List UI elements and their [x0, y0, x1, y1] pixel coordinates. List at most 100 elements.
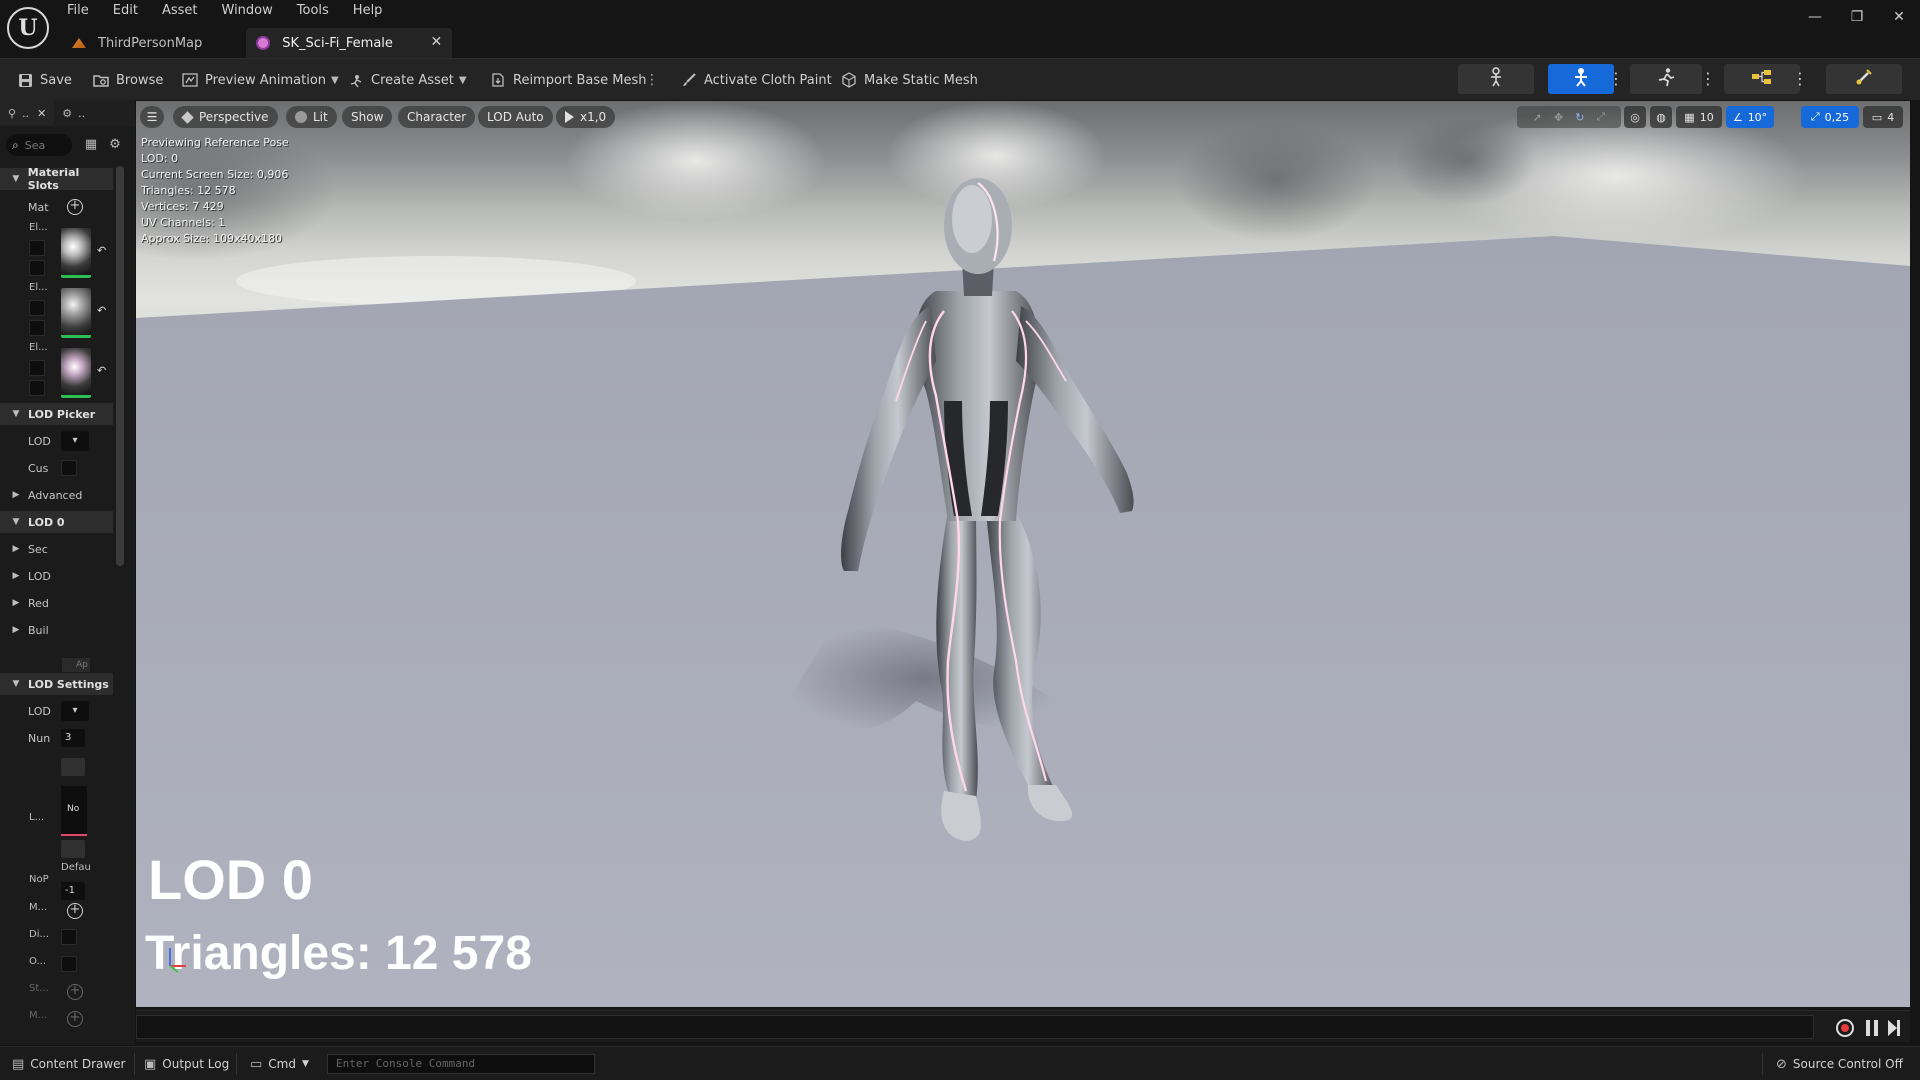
show-button[interactable]: Show — [342, 106, 393, 128]
animation-mode-button[interactable] — [1630, 64, 1702, 94]
panel-tabs: ⚲ .. ✕ ⚙ .. — [0, 100, 135, 126]
menu-asset[interactable]: Asset — [150, 0, 210, 22]
make-static-mesh-button[interactable]: Make Static Mesh — [840, 67, 978, 93]
section-lod0[interactable]: ▼ LOD 0 — [0, 511, 113, 533]
row-label: M... — [29, 1010, 48, 1021]
advanced-row[interactable]: ▶ Advanced — [0, 484, 113, 506]
reset-arrow-icon[interactable]: ↶ — [97, 244, 106, 257]
unreal-logo-icon[interactable]: U — [7, 7, 49, 49]
menu-edit[interactable]: Edit — [101, 0, 150, 22]
timeline-scrubber[interactable] — [136, 1015, 1814, 1039]
section-material-slots[interactable]: ▼ Material Slots — [0, 166, 113, 192]
camera-speed-button[interactable]: ▭ 4 — [1863, 106, 1903, 128]
move-icon[interactable]: ✥ — [1554, 111, 1563, 124]
element-checkbox[interactable] — [29, 260, 45, 276]
lit-button[interactable]: Lit — [286, 106, 337, 128]
tab-sk-sci-fi-female[interactable]: SK_Sci-Fi_Female ✕ — [246, 28, 453, 58]
record-icon[interactable] — [1836, 1019, 1854, 1037]
asset-browse-button[interactable] — [61, 840, 85, 858]
number-of-lods-input[interactable]: 3 — [61, 729, 85, 747]
activate-cloth-paint-button[interactable]: Activate Cloth Paint — [680, 67, 832, 93]
source-control-button[interactable]: ⊘ Source Control Off — [1776, 1047, 1903, 1080]
toolbar-kebab-icon[interactable]: ⋮ — [645, 73, 659, 87]
minimize-button[interactable]: — — [1794, 0, 1836, 34]
table-view-icon[interactable]: ▦ — [83, 137, 99, 153]
tab-preview-settings[interactable]: ⚙ .. — [54, 100, 93, 126]
close-tab-icon[interactable]: ✕ — [431, 34, 443, 50]
material-thumbnail[interactable] — [61, 348, 91, 398]
tab-asset-details[interactable]: ⚲ .. ✕ — [0, 100, 55, 126]
section-lod-settings[interactable]: ▼ LOD Settings — [0, 673, 113, 695]
menu-tools[interactable]: Tools — [285, 0, 341, 22]
element-checkbox[interactable] — [29, 380, 45, 396]
details-search-input[interactable]: ⌕ Sea — [6, 134, 72, 156]
apply-button[interactable]: Ap — [62, 658, 90, 672]
grid-snap-button[interactable]: ▦ 10 — [1676, 106, 1722, 128]
animation-mode-options-icon[interactable]: ⋮ — [1700, 67, 1716, 91]
preview-animation-button[interactable]: Preview Animation ▼ — [181, 67, 339, 93]
menu-help[interactable]: Help — [341, 0, 395, 22]
reset-arrow-icon[interactable]: ↶ — [97, 364, 106, 377]
mesh-mode-options-icon[interactable]: ⋮ — [1608, 67, 1624, 91]
skeleton-mode-button[interactable] — [1458, 64, 1534, 94]
console-command-input[interactable]: Enter Console Command — [327, 1054, 595, 1074]
scale-snap-button[interactable]: ⤢ 0,25 — [1801, 106, 1859, 128]
build-settings-row[interactable]: ▶ Buil — [0, 619, 113, 641]
tab-thirdpersonmap[interactable]: ThirdPersonMap — [62, 28, 212, 58]
row-checkbox[interactable] — [61, 929, 77, 945]
lod-picker-dropdown[interactable]: ▾ — [61, 431, 89, 451]
rotate-icon[interactable]: ↻ — [1575, 111, 1584, 124]
settings-gear-icon[interactable]: ⚙ — [107, 137, 123, 153]
play-rate-button[interactable]: x1,0 — [556, 106, 616, 128]
custom-lod-checkbox[interactable] — [61, 460, 77, 476]
reduction-row[interactable]: ▶ Red — [0, 592, 113, 614]
element-checkbox[interactable] — [29, 360, 45, 376]
blueprint-mode-button[interactable] — [1724, 64, 1800, 94]
lod-auto-button[interactable]: LOD Auto — [478, 106, 553, 128]
add-material-icon[interactable]: + — [67, 199, 83, 215]
lod-settings-dropdown[interactable]: ▾ — [61, 701, 89, 721]
create-asset-button[interactable]: Create Asset ▼ — [347, 67, 467, 93]
row-checkbox[interactable] — [61, 956, 77, 972]
rotation-snap-button[interactable]: ∠ 10° — [1726, 106, 1774, 128]
close-icon[interactable]: ✕ — [37, 107, 46, 120]
lod-info-row[interactable]: ▶ LOD — [0, 565, 113, 587]
perspective-button[interactable]: Perspective — [173, 106, 278, 128]
select-arrow-icon[interactable]: ➚ — [1533, 111, 1542, 124]
mesh-mode-button[interactable] — [1548, 64, 1614, 94]
surface-snap-button[interactable]: ◎ — [1624, 106, 1646, 128]
nop-input[interactable]: -1 — [61, 882, 85, 900]
content-drawer-button[interactable]: ▤ Content Drawer — [12, 1047, 126, 1080]
step-forward-icon[interactable] — [1888, 1020, 1900, 1036]
menu-file[interactable]: File — [56, 0, 101, 22]
material-thumbnail[interactable] — [61, 288, 91, 338]
output-log-button[interactable]: ▣ Output Log — [144, 1047, 229, 1080]
details-scrollbar[interactable] — [116, 166, 124, 566]
browse-button[interactable]: Browse — [92, 67, 163, 93]
blueprint-options-icon[interactable]: ⋮ — [1792, 67, 1808, 91]
save-button[interactable]: Save — [16, 67, 72, 93]
character-button[interactable]: Character — [398, 106, 476, 128]
lod-asset-picker[interactable]: No — [61, 786, 87, 836]
element-checkbox[interactable] — [29, 240, 45, 256]
running-figure-icon — [1656, 67, 1676, 91]
element-checkbox[interactable] — [29, 320, 45, 336]
reset-arrow-icon[interactable]: ↶ — [97, 304, 106, 317]
viewport-menu-button[interactable]: ☰ — [140, 106, 164, 128]
pause-icon[interactable] — [1866, 1020, 1878, 1036]
close-window-button[interactable]: ✕ — [1878, 0, 1920, 34]
section-lod-picker[interactable]: ▼ LOD Picker — [0, 403, 113, 425]
add-element-icon[interactable]: + — [67, 903, 83, 919]
preview-viewport[interactable]: ☰ Perspective Lit Show Character LOD Aut… — [136, 101, 1910, 1007]
material-thumbnail[interactable] — [61, 228, 91, 278]
reimport-base-mesh-button[interactable]: Reimport Base Mesh — [489, 67, 647, 93]
scale-icon[interactable]: ⤢ — [1596, 110, 1605, 124]
physics-mode-button[interactable] — [1826, 64, 1902, 94]
sections-row[interactable]: ▶ Sec — [0, 538, 113, 560]
cmd-dropdown[interactable]: ▭ Cmd ▼ — [250, 1047, 309, 1080]
lod-apply-button[interactable] — [61, 758, 85, 776]
world-local-button[interactable]: ◍ — [1650, 106, 1672, 128]
element-checkbox[interactable] — [29, 300, 45, 316]
menu-window[interactable]: Window — [210, 0, 285, 22]
restore-button[interactable]: ❐ — [1836, 0, 1878, 34]
